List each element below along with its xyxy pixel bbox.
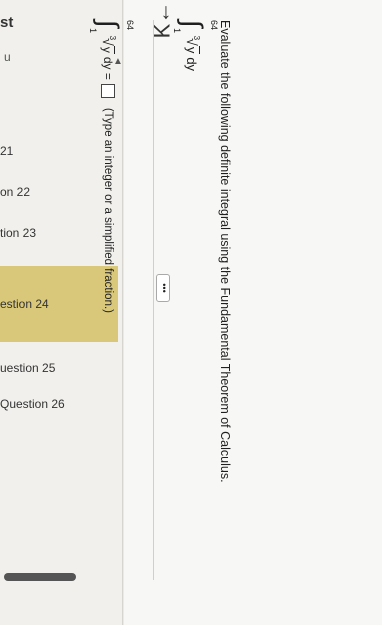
- answer-lower-limit: 1: [88, 28, 98, 34]
- sidebar-item-26[interactable]: Question 26: [0, 384, 118, 424]
- lower-limit: 1: [172, 28, 182, 34]
- sidebar-subheader: u: [4, 50, 11, 64]
- sidebar-divider: [122, 0, 123, 625]
- integral-sign: ∫ 64 1: [172, 20, 219, 34]
- sidebar-item-25[interactable]: uestion 25: [0, 348, 118, 388]
- differential: dy: [184, 57, 200, 72]
- sidebar-header: st: [0, 14, 14, 31]
- sidebar-scrollbar[interactable]: [4, 573, 76, 581]
- question-prompt: Evaluate the following definite integral…: [218, 20, 232, 483]
- radical-sign: √: [184, 38, 200, 46]
- upper-limit: 64: [209, 20, 219, 31]
- answer-integrand: 3 √ y dy =: [100, 36, 118, 80]
- question-panel: [124, 0, 382, 625]
- answer-radicand: y: [100, 45, 116, 54]
- integral-expression: ∫ 64 1 3 √ y dy: [172, 20, 219, 610]
- more-options-button[interactable]: •••: [156, 274, 170, 302]
- answer-equals: dy =: [101, 56, 115, 80]
- answer-input[interactable]: [101, 83, 115, 98]
- question-content: Evaluate the following definite integral…: [88, 20, 232, 610]
- answer-instruction: (Type an integer or a simplified fractio…: [102, 107, 114, 314]
- section-divider: •••: [153, 20, 170, 580]
- answer-integral-sign: ∫ 64 1: [88, 20, 135, 34]
- answer-row: ∫ 64 1 3 √ y dy = (Type an integer or a …: [88, 20, 135, 314]
- answer-upper-limit: 64: [125, 20, 135, 31]
- radicand: y: [184, 45, 200, 55]
- answer-radical-sign: √: [100, 38, 116, 46]
- integrand: 3 √ y dy: [184, 36, 202, 72]
